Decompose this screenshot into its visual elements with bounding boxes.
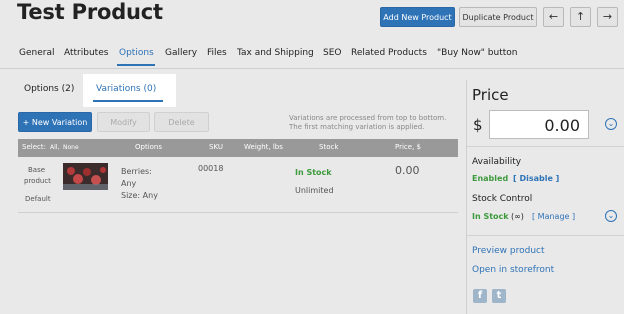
infinity-indicator: (∞) — [511, 212, 524, 221]
availability-status: Enabled — [472, 174, 509, 183]
col-stock: Stock — [319, 143, 339, 151]
subtab-variations-underline — [93, 100, 163, 102]
currency-symbol: $ — [473, 116, 483, 134]
select-label: Select: — [22, 143, 46, 151]
tab-seo[interactable]: SEO — [323, 48, 341, 58]
tab-attributes[interactable]: Attributes — [64, 48, 108, 58]
tab-buy-now-button[interactable]: "Buy Now" button — [437, 48, 518, 58]
variations-hint: Variations are processed from top to bot… — [289, 114, 447, 131]
modify-button[interactable]: Modify — [97, 112, 150, 132]
tab-related-products[interactable]: Related Products — [351, 48, 427, 58]
option-berries-label: Berries: — [121, 167, 152, 176]
panel-divider — [467, 146, 624, 147]
add-new-product-button[interactable]: Add New Product — [380, 7, 455, 27]
product-thumbnail — [63, 163, 108, 190]
price-expand-icon[interactable]: ⌄ — [605, 118, 617, 130]
price-input-value: 0.00 — [544, 116, 580, 135]
col-sku: SKU — [209, 143, 223, 151]
stock-expand-icon[interactable]: ⌄ — [605, 210, 617, 222]
stock-control-label: Stock Control — [472, 194, 533, 204]
delete-button[interactable]: Delete — [154, 112, 209, 132]
panel-divider-2 — [467, 235, 624, 236]
base-product-default: Default — [25, 195, 51, 203]
subtab-options[interactable]: Options (2) — [24, 84, 74, 94]
stock-control-status: In Stock — [472, 212, 509, 221]
page-title: Test Product — [17, 0, 163, 24]
active-tab-underline — [117, 64, 155, 66]
variation-sku: 00018 — [198, 164, 224, 173]
price-input[interactable]: 0.00 — [489, 110, 589, 139]
disable-link[interactable]: [ Disable ] — [513, 174, 559, 183]
availability-label: Availability — [472, 157, 522, 167]
subtab-variations[interactable]: Variations (0) — [96, 84, 156, 94]
tab-files[interactable]: Files — [207, 48, 227, 58]
option-berries-value: Any — [121, 179, 137, 188]
price-title: Price — [472, 86, 509, 104]
tab-gallery[interactable]: Gallery — [165, 48, 197, 58]
open-storefront-link[interactable]: Open in storefront — [472, 265, 554, 275]
manage-link[interactable]: [ Manage ] — [532, 212, 575, 221]
preview-product-link[interactable]: Preview product — [472, 246, 545, 256]
base-product-line2: product — [24, 177, 51, 185]
forward-arrow-icon[interactable]: → — [597, 7, 618, 27]
variation-stock-status: In Stock — [295, 168, 332, 177]
col-price: Price, $ — [395, 143, 421, 151]
table-header: Select: All, None Options SKU Weight, lb… — [18, 139, 458, 157]
select-none-link[interactable]: None — [63, 144, 79, 151]
new-variation-button[interactable]: + New Variation — [18, 112, 92, 132]
table-row-divider — [18, 212, 458, 213]
col-options: Options — [135, 143, 163, 151]
tabs-divider — [0, 68, 624, 69]
select-all-link[interactable]: All, — [50, 144, 59, 151]
tab-options[interactable]: Options — [119, 48, 154, 58]
twitter-icon[interactable]: t — [492, 289, 506, 303]
option-size: Size: Any — [121, 191, 158, 200]
variation-price: 0.00 — [395, 164, 420, 177]
duplicate-product-button[interactable]: Duplicate Product — [459, 7, 537, 27]
tab-tax-shipping[interactable]: Tax and Shipping — [237, 48, 314, 58]
side-panel-border — [466, 80, 467, 314]
back-arrow-icon[interactable]: ← — [543, 7, 564, 27]
base-product-line1: Base — [28, 166, 46, 174]
up-arrow-icon[interactable]: ↑ — [570, 7, 591, 27]
col-weight: Weight, lbs — [244, 143, 283, 151]
facebook-icon[interactable]: f — [473, 289, 487, 303]
tab-general[interactable]: General — [19, 48, 54, 58]
variation-stock-qty: Unlimited — [295, 186, 334, 195]
